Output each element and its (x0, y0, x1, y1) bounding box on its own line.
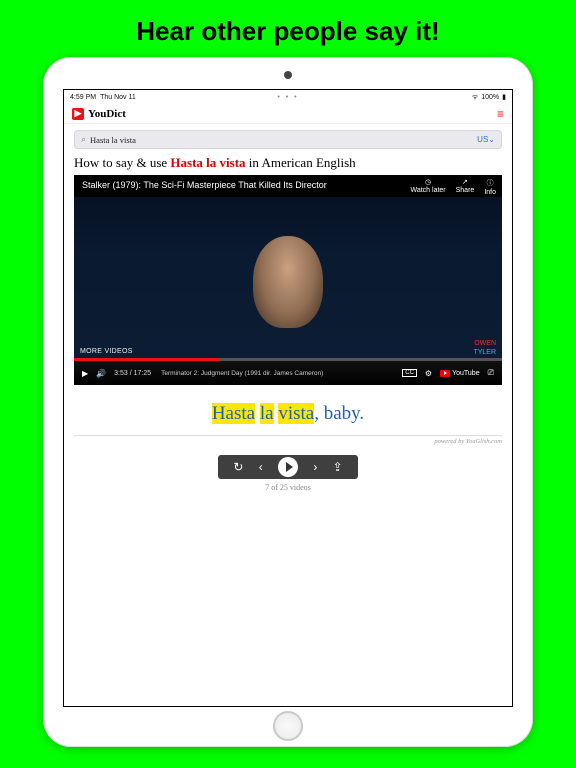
lang-toggle[interactable]: US⌄ (477, 135, 495, 144)
video-still (253, 236, 323, 328)
cast-icon[interactable]: ⎚ (488, 368, 494, 378)
battery-icon: ▮ (502, 94, 506, 101)
prev-button[interactable]: ‹ (259, 460, 263, 474)
time-label: 3:53 / 17:25 (114, 370, 151, 377)
video-player[interactable]: Stalker (1979): The Sci-Fi Masterpiece T… (74, 175, 502, 385)
headline: How to say & use Hasta la vista in Ameri… (74, 149, 502, 175)
battery-text: 100% (481, 94, 499, 101)
video-frame (74, 197, 502, 361)
search-input[interactable]: Hasta la vista (90, 135, 473, 145)
caption-word: la (260, 403, 274, 424)
share-icon: ↗ (462, 178, 468, 186)
video-counter: 7 of 25 videos (74, 483, 502, 492)
video-side-labels: OWEN TYLER (473, 340, 496, 357)
info-button[interactable]: ⓘInfo (484, 178, 496, 196)
status-bar: 4:59 PM Thu Nov 11 • • • ᯤ 100% ▮ (64, 90, 512, 104)
share-button[interactable]: ↗Share (456, 178, 475, 196)
chevron-down-icon: ⌄ (488, 135, 495, 144)
home-button[interactable] (273, 711, 303, 741)
watch-later-button[interactable]: ◷Watch later (410, 178, 445, 196)
play-icon[interactable]: ▶ (82, 369, 88, 378)
hamburger-icon[interactable]: ≡ (497, 108, 504, 120)
play-button[interactable] (278, 457, 298, 477)
caption-rest: , baby. (314, 403, 364, 424)
status-time: 4:59 PM (70, 94, 96, 101)
main-content: ⌕ Hasta la vista US⌄ How to say & use Ha… (64, 124, 512, 498)
play-icon (286, 462, 293, 472)
replay-button[interactable]: ↻ (233, 460, 243, 474)
volume-icon[interactable]: 🔊 (96, 369, 106, 378)
video-title: Stalker (1979): The Sci-Fi Masterpiece T… (82, 180, 422, 190)
share-nav-button[interactable]: ⇪ (333, 460, 343, 474)
more-videos-label[interactable]: MORE VIDEOS (80, 348, 133, 355)
ipad-frame: 4:59 PM Thu Nov 11 • • • ᯤ 100% ▮ ▶ YouD… (43, 57, 533, 747)
camera-dot (284, 71, 292, 79)
youtube-badge[interactable]: YouTube (440, 370, 480, 377)
brand-text: YouDict (88, 108, 126, 120)
video-top-buttons: ◷Watch later ↗Share ⓘInfo (410, 178, 496, 196)
video-subtitle-meta: Terminator 2: Judgment Day (1991 dir. Ja… (161, 370, 394, 377)
clock-icon: ◷ (425, 178, 431, 186)
caption-word: Hasta (212, 403, 255, 424)
headline-term: Hasta la vista (170, 155, 245, 170)
status-center-dots: • • • (215, 94, 360, 101)
video-controls: ▶ 🔊 3:53 / 17:25 Terminator 2: Judgment … (74, 361, 502, 385)
player-nav: ↻ ‹ › ⇪ (218, 455, 358, 479)
caption-word: vista (278, 403, 314, 424)
cc-button[interactable]: CC (402, 369, 417, 377)
app-header: ▶ YouDict ≡ (64, 104, 512, 124)
status-date: Thu Nov 11 (100, 94, 136, 101)
search-icon: ⌕ (81, 134, 86, 145)
next-button[interactable]: › (313, 460, 317, 474)
search-row[interactable]: ⌕ Hasta la vista US⌄ (74, 130, 502, 149)
info-icon: ⓘ (487, 178, 494, 188)
promo-title: Hear other people say it! (0, 0, 576, 57)
powered-by: powered by YouGlish.com (74, 435, 502, 445)
wifi-icon: ᯤ (472, 94, 478, 101)
caption-line: Hasta la vista, baby. (74, 403, 502, 425)
brand[interactable]: ▶ YouDict (72, 108, 126, 120)
gear-icon[interactable]: ⚙ (425, 369, 432, 378)
brand-icon: ▶ (72, 108, 84, 120)
device-screen: 4:59 PM Thu Nov 11 • • • ᯤ 100% ▮ ▶ YouD… (63, 89, 513, 707)
